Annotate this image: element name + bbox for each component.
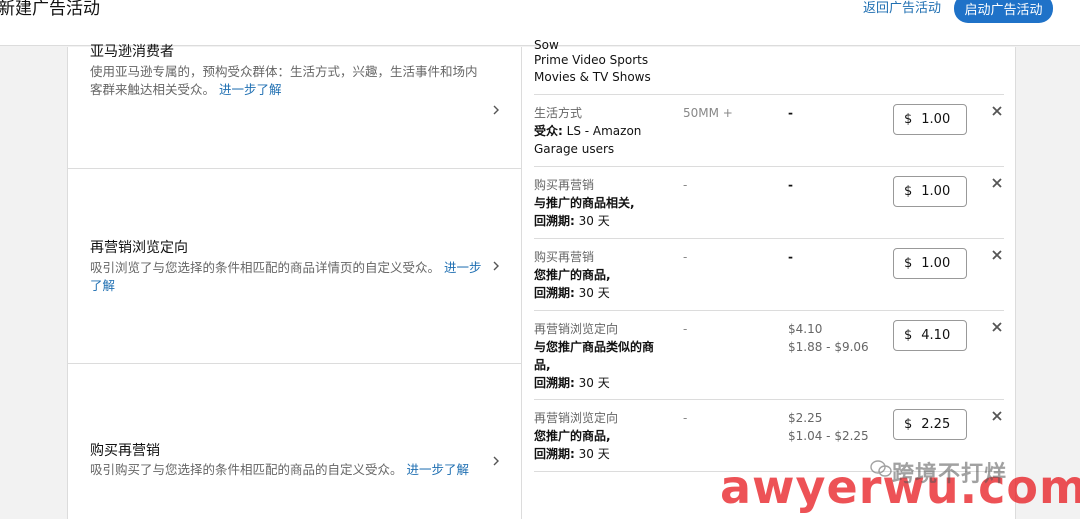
target-type-cell: 再营销浏览定向 您推广的商品, 回溯期: 30 天 [534, 409, 664, 463]
currency-symbol: $ [904, 328, 913, 343]
watermark-account-name: 跨境不打烊 [892, 462, 1008, 487]
audience-purchase-remarketing[interactable]: 购买再营销 吸引购买了与您选择的条件相匹配的商品的自定义受众。 进一步了解 [68, 364, 523, 519]
currency-symbol: $ [904, 184, 913, 199]
bid-input[interactable]: $1.00 [893, 104, 967, 135]
suggested-bid-cell: - [788, 176, 793, 194]
audience-description-text: 吸引浏览了与您选择的条件相匹配的商品详情页的自定义受众。 [90, 260, 441, 275]
target-type-cell: 购买再营销 您推广的商品, 回溯期: 30 天 [534, 248, 664, 302]
page-title: 新建广告活动 [0, 0, 100, 19]
bid-value: 1.00 [921, 112, 951, 127]
target-row-continued: Sow Prime Video Sports Movies & TV Shows [534, 38, 1004, 95]
watermark: awyerwu.com 跨境不打烊 [720, 456, 1080, 516]
lookback-label: 回溯期: [534, 447, 575, 461]
suggested-bid: $4.10 [788, 322, 823, 336]
target-row: 购买再营销 您推广的商品, 回溯期: 30 天 - - $1.00 [534, 239, 1004, 311]
lookback-value: 30 天 [578, 447, 610, 461]
audience-size: - [683, 322, 688, 336]
target-row: 购买再营销 与推广的商品相关, 回溯期: 30 天 - - $1.00 [534, 167, 1004, 239]
bid-value: 1.00 [921, 184, 951, 199]
target-detail-label: 与推广的商品相关, [534, 196, 635, 210]
lookback-value: 30 天 [578, 214, 610, 228]
audience-size: - [683, 178, 688, 192]
suggested-bid: - [788, 178, 793, 192]
back-to-campaigns-link[interactable]: 返回广告活动 [863, 0, 941, 18]
currency-symbol: $ [904, 417, 913, 432]
target-type: 再营销浏览定向 [534, 411, 619, 425]
target-row: 再营销浏览定向 与您推广商品类似的商品, 回溯期: 30 天 - $4.10 $… [534, 311, 1004, 400]
bid-value: 4.10 [921, 328, 951, 343]
audience-size: - [683, 250, 688, 264]
chevron-right-icon [493, 105, 499, 115]
target-type: 生活方式 [534, 106, 583, 120]
target-type-cell: 购买再营销 与推广的商品相关, 回溯期: 30 天 [534, 176, 664, 230]
target-detail-label: 与您推广商品类似的商品, [534, 340, 655, 372]
lookback-value: 30 天 [578, 376, 610, 390]
target-detail-label: 受众: [534, 124, 563, 138]
target-detail-line: Sow [534, 38, 559, 52]
suggested-bid: - [788, 250, 793, 264]
audience-description-text: 吸引购买了与您选择的条件相匹配的商品的自定义受众。 [90, 462, 403, 477]
target-detail-line: Prime Video Sports [534, 53, 649, 67]
suggested-bid-cell: - [788, 104, 793, 122]
target-type: 再营销浏览定向 [534, 322, 619, 336]
target-type: 购买再营销 [534, 178, 595, 192]
suggested-bid-cell: $4.10 $1.88 - $9.06 [788, 320, 869, 356]
target-detail-label: 您推广的商品, [534, 429, 611, 443]
launch-campaign-button[interactable]: 启动广告活动 [954, 0, 1053, 23]
bid-value: 1.00 [921, 256, 951, 271]
close-icon[interactable] [992, 411, 1002, 421]
close-icon[interactable] [992, 106, 1002, 116]
bid-input[interactable]: $1.00 [893, 176, 967, 207]
suggested-bid-cell: $2.25 $1.04 - $2.25 [788, 409, 869, 445]
chevron-right-icon [493, 456, 499, 466]
suggested-bid: $2.25 [788, 411, 823, 425]
learn-more-link[interactable]: 进一步了解 [219, 82, 282, 97]
target-row: 生活方式 受众: LS - Amazon Garage users 50MM +… [534, 95, 1004, 167]
close-icon[interactable] [992, 178, 1002, 188]
suggested-bid: - [788, 106, 793, 120]
lookback-label: 回溯期: [534, 286, 575, 300]
suggested-bid-cell: - [788, 248, 793, 266]
learn-more-link[interactable]: 进一步了解 [407, 462, 470, 477]
lookback-value: 30 天 [578, 286, 610, 300]
bid-input[interactable]: $1.00 [893, 248, 967, 279]
target-detail-line: Movies & TV Shows [534, 70, 651, 84]
target-type-cell: 再营销浏览定向 与您推广商品类似的商品, 回溯期: 30 天 [534, 320, 659, 392]
currency-symbol: $ [904, 256, 913, 271]
audience-size: 50MM + [683, 106, 733, 120]
chevron-right-icon [493, 261, 499, 271]
audience-description: 吸引购买了与您选择的条件相匹配的商品的自定义受众。 进一步了解 [90, 461, 485, 479]
wechat-icon [870, 460, 892, 477]
bid-input[interactable]: $2.25 [893, 409, 967, 440]
audience-title: 购买再营销 [90, 443, 160, 459]
audience-views-remarketing[interactable]: 再营销浏览定向 吸引浏览了与您选择的条件相匹配的商品详情页的自定义受众。 进一步… [68, 169, 523, 364]
audience-description: 使用亚马逊专属的，预构受众群体：生活方式，兴趣，生活事件和场内客群来触达相关受众… [90, 63, 485, 99]
target-type-cell: 生活方式 受众: LS - Amazon Garage users [534, 104, 664, 158]
audience-amazon-consumers[interactable]: 亚马逊消费者 使用亚马逊专属的，预构受众群体：生活方式，兴趣，生活事件和场内客群… [68, 37, 523, 169]
selected-targets-panel: Sow Prime Video Sports Movies & TV Shows… [522, 38, 1016, 519]
suggested-bid-range: $1.04 - $2.25 [788, 429, 869, 443]
target-type: 购买再营销 [534, 250, 595, 264]
target-detail-label: 您推广的商品, [534, 268, 611, 282]
close-icon[interactable] [992, 322, 1002, 332]
bid-input[interactable]: $4.10 [893, 320, 967, 351]
audience-title: 亚马逊消费者 [90, 44, 174, 60]
currency-symbol: $ [904, 112, 913, 127]
close-icon[interactable] [992, 250, 1002, 260]
lookback-label: 回溯期: [534, 214, 575, 228]
audience-size: - [683, 411, 688, 425]
audience-title: 再营销浏览定向 [90, 240, 188, 256]
lookback-label: 回溯期: [534, 376, 575, 390]
audience-category-list: 亚马逊消费者 使用亚马逊专属的，预构受众群体：生活方式，兴趣，生活事件和场内客群… [67, 44, 523, 519]
audience-description: 吸引浏览了与您选择的条件相匹配的商品详情页的自定义受众。 进一步了解 [90, 259, 485, 295]
audience-description-text: 使用亚马逊专属的，预构受众群体：生活方式，兴趣，生活事件和场内客群来触达相关受众… [90, 64, 478, 97]
bid-value: 2.25 [921, 417, 951, 432]
suggested-bid-range: $1.88 - $9.06 [788, 340, 869, 354]
